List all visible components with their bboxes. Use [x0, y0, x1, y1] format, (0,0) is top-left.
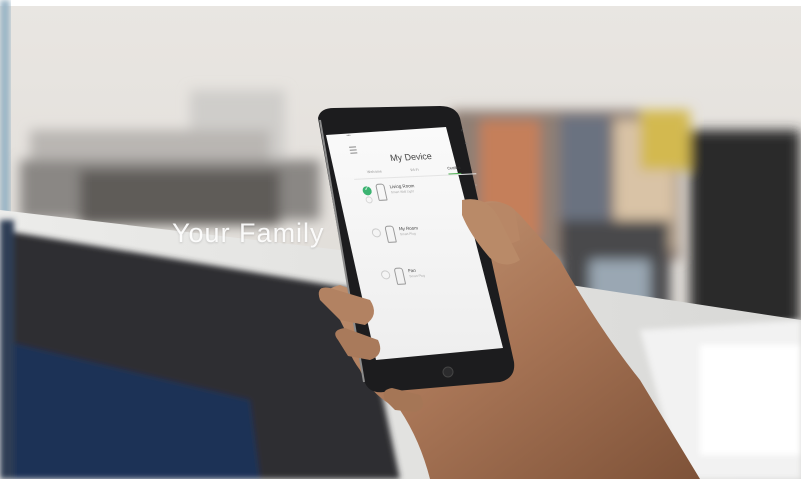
plug-icon — [393, 267, 407, 285]
tab-wifi[interactable]: Wi-Fi — [410, 166, 420, 176]
chevron-right-icon[interactable]: › — [475, 182, 478, 188]
app-header: + My Device — [342, 135, 478, 167]
device-item-fan[interactable]: Fan Smart Plug — [379, 261, 501, 294]
add-icon[interactable]: + — [464, 141, 468, 147]
page-title: My Device — [389, 151, 433, 163]
device-type: Smart Plug — [408, 273, 426, 279]
plug-icon — [384, 225, 397, 243]
device-type: Smart Wall Light — [390, 189, 415, 195]
radio-icon — [364, 196, 374, 204]
photo-scene: Your Family ••• ▭ + My Device Welcome Wi… — [0, 0, 801, 479]
device-item-my-room[interactable]: My Room Smart Plug — [370, 219, 492, 252]
device-name: My Room — [398, 225, 419, 232]
device-item-living-room[interactable]: Living Room Smart Wall Light › — [361, 177, 483, 210]
menu-icon[interactable] — [348, 146, 358, 154]
radio-icon[interactable] — [380, 270, 392, 280]
tab-welcome[interactable]: Welcome — [366, 167, 383, 178]
check-icon[interactable] — [361, 186, 373, 196]
battery-icon: ▭ — [460, 127, 466, 133]
device-type: Smart Plug — [399, 231, 417, 237]
overlay-caption: Your Family — [172, 218, 325, 248]
tab-certified[interactable]: Certified — [446, 163, 462, 175]
lamp-icon — [375, 183, 388, 201]
radio-icon[interactable] — [370, 228, 382, 238]
signal-icon: ••• — [345, 132, 352, 138]
device-name: Fan — [407, 267, 417, 274]
